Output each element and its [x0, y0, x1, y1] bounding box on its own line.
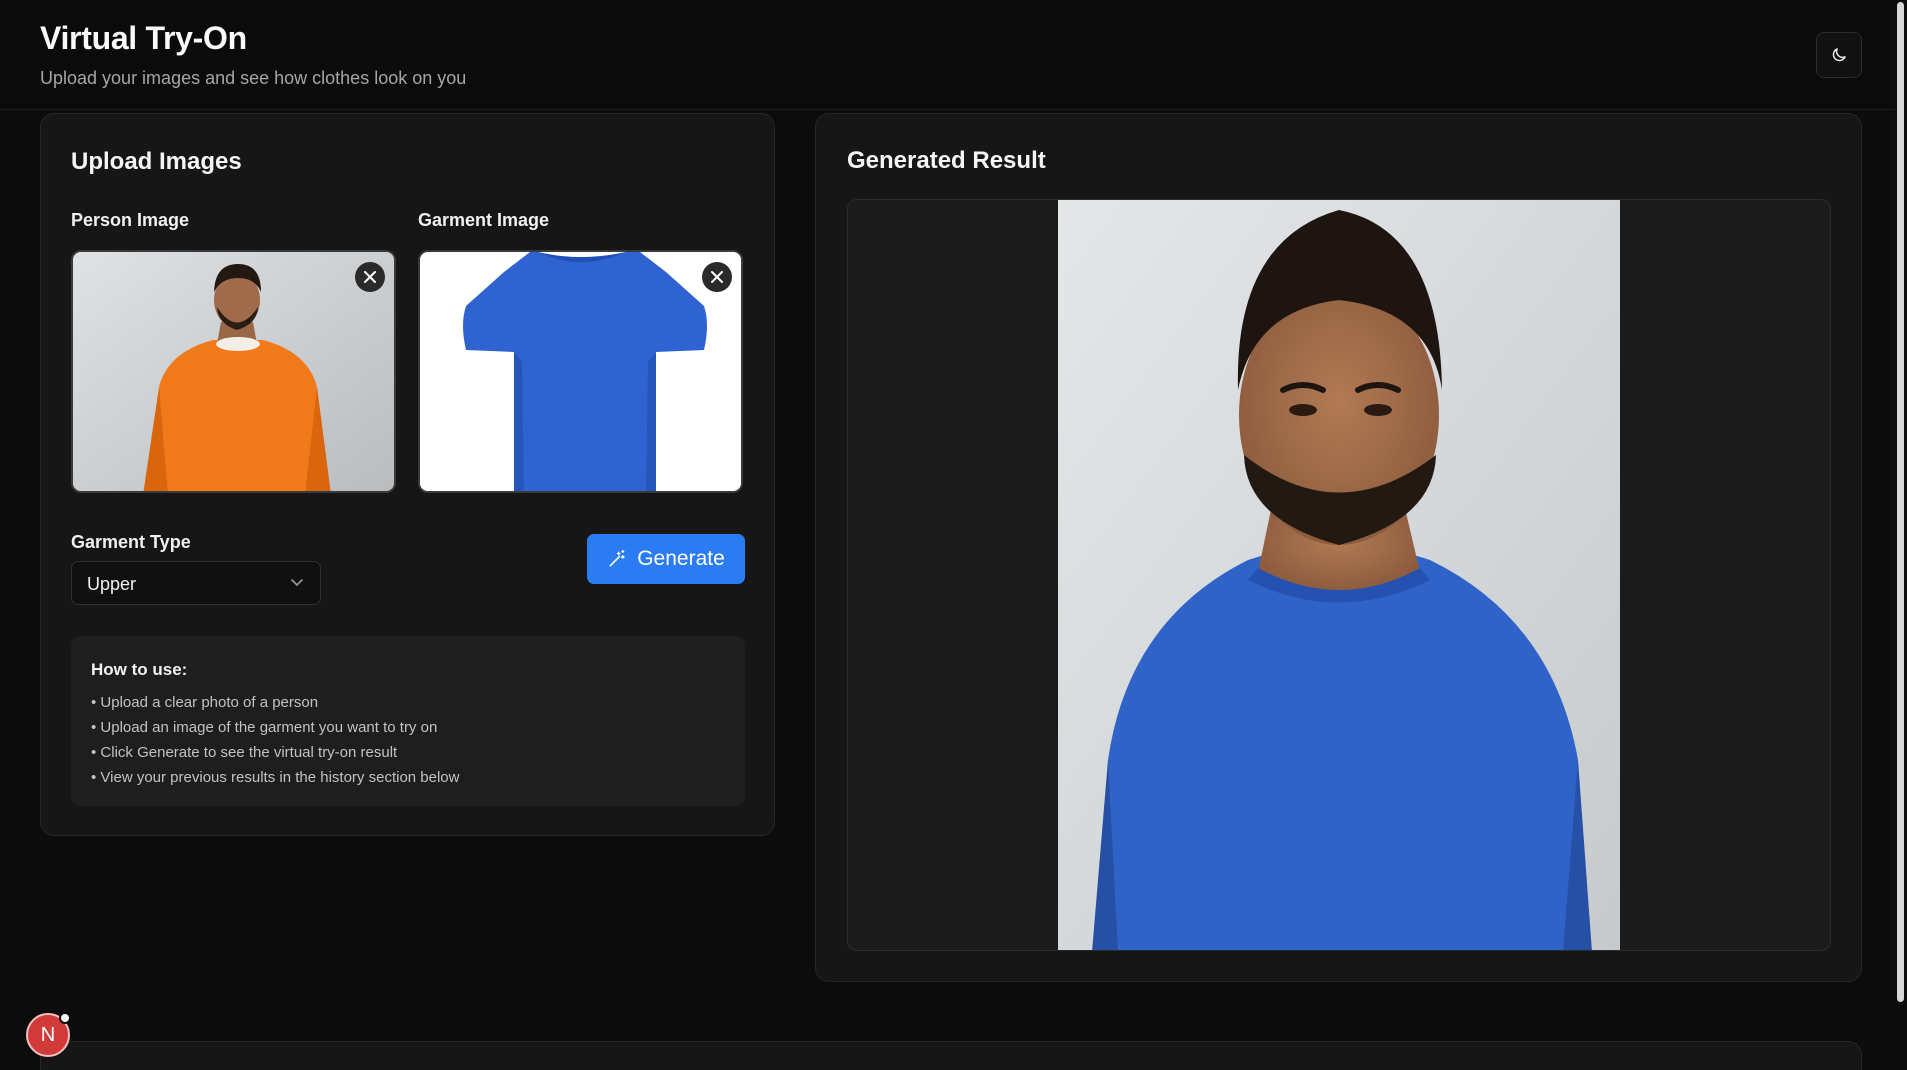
app-root: Virtual Try-On Upload your images and se…	[0, 0, 1907, 1070]
moon-icon	[1832, 48, 1846, 62]
how-to-use-title: How to use:	[91, 660, 188, 679]
scrollbar[interactable]	[1895, 0, 1907, 1070]
close-icon	[711, 271, 723, 283]
result-card: Generated Result	[815, 113, 1862, 982]
close-icon	[364, 271, 376, 283]
header: Virtual Try-On Upload your images and se…	[0, 0, 1905, 110]
remove-garment-image-button[interactable]	[702, 262, 732, 292]
result-card-title: Generated Result	[847, 147, 1046, 174]
garment-image-label: Garment Image	[418, 210, 550, 230]
list-item: Upload a clear photo of a person	[91, 690, 459, 715]
garment-type-select[interactable]: Upper	[71, 561, 321, 605]
remove-person-image-button[interactable]	[355, 262, 385, 292]
dev-badge-letter: N	[40, 1023, 56, 1046]
notification-dot	[59, 1012, 71, 1024]
chevron-down-icon	[291, 579, 303, 587]
generate-button[interactable]: Generate	[587, 534, 745, 584]
garment-image-dropzone[interactable]	[418, 250, 743, 493]
garment-image-preview	[420, 252, 741, 491]
list-item: Upload an image of the garment you want …	[91, 715, 459, 740]
result-image	[1058, 200, 1620, 950]
list-item: View your previous results in the histor…	[91, 765, 459, 790]
result-image-frame	[847, 199, 1831, 951]
theme-toggle-button[interactable]	[1816, 32, 1862, 78]
how-to-use-list: Upload a clear photo of a person Upload …	[91, 690, 459, 790]
scrollbar-thumb[interactable]	[1897, 2, 1904, 1002]
result-image-art	[1058, 200, 1620, 950]
person-image-preview	[73, 252, 394, 491]
magic-wand-icon	[609, 550, 625, 567]
page-subtitle: Upload your images and see how clothes l…	[40, 68, 467, 88]
history-card	[40, 1041, 1862, 1070]
upload-card-title: Upload Images	[71, 148, 242, 175]
how-to-use-panel: How to use: Upload a clear photo of a pe…	[71, 636, 745, 806]
generate-button-label: Generate	[637, 547, 725, 570]
page-title: Virtual Try-On	[40, 20, 247, 56]
garment-type-value: Upper	[87, 574, 137, 594]
person-image-dropzone[interactable]	[71, 250, 396, 493]
upload-card: Upload Images Person Image Garment Image	[40, 113, 775, 836]
list-item: Click Generate to see the virtual try-on…	[91, 740, 459, 765]
person-image-label: Person Image	[71, 210, 190, 230]
garment-type-label: Garment Type	[71, 532, 191, 552]
